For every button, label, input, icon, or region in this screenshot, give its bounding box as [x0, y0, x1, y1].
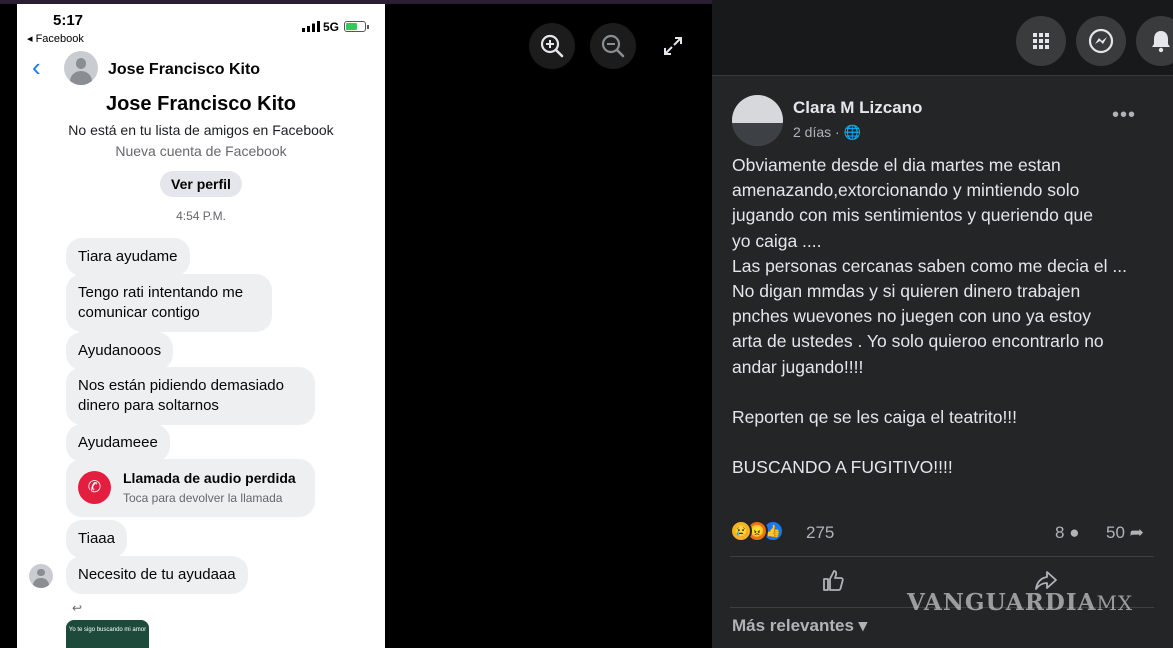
signal-icon [302, 21, 320, 32]
comment-sort-dropdown[interactable]: Más relevantes ▾ [732, 616, 867, 636]
watermark-suffix: MX [1096, 591, 1134, 615]
chevron-down-icon: ▾ [858, 616, 868, 635]
message-bubble: Necesito de tu ayudaaa [66, 556, 248, 594]
missed-call-subtitle: Toca para devolver la llamada [123, 491, 283, 505]
watermark: VANGUARDIAMX [907, 589, 1133, 616]
post-author[interactable]: Clara M Lizcano [793, 98, 922, 118]
message-bubble: Tiara ayudame [66, 238, 190, 276]
post-line: jugando con mis sentimientos y queriendo… [732, 205, 1093, 226]
post-line: andar jugando!!!! [732, 356, 864, 377]
message-bubble: Tiaaa [66, 520, 127, 558]
post-line [732, 380, 1162, 405]
post-line: BUSCANDO A FUGITIVO!!!! [732, 457, 953, 478]
contact-avatar[interactable] [64, 51, 98, 85]
post-line: Obviamente desde el dia martes me estan [732, 155, 1061, 175]
missed-call-icon: ✆ [78, 471, 111, 504]
post-line: Las personas cercanas saben como me deci… [732, 255, 1127, 276]
missed-call-title: Llamada de audio perdida [123, 470, 296, 486]
sender-avatar [29, 564, 53, 588]
status-time: 5:17 [53, 12, 84, 29]
message-bubble: Ayudameee [66, 424, 170, 462]
status-bar: 5:17 ◂ Facebook 5G [17, 4, 385, 48]
sort-label: Más relevantes [732, 616, 854, 635]
message-bubble: Nos están pidiendo demasiado dinero para… [66, 367, 315, 425]
contact-name[interactable]: Jose Francisco Kito [108, 61, 260, 79]
reaction-count[interactable]: 275 [806, 523, 834, 543]
phone-screenshot: 5:17 ◂ Facebook 5G ‹ Jose Francisco Kito… [17, 4, 385, 648]
sad-reaction-icon[interactable]: 😢 [730, 520, 752, 542]
battery-icon [344, 21, 369, 32]
comment-count[interactable]: 8 ● [1055, 523, 1079, 543]
post-line: No digan mmdas y si quieren dinero traba… [732, 281, 1081, 302]
messenger-icon[interactable] [1076, 16, 1126, 66]
story-reply-thumbnail[interactable]: Yo te sigo buscando mi amor [66, 620, 149, 648]
chat-header: ‹ Jose Francisco Kito [17, 50, 385, 90]
bell-icon[interactable] [1136, 16, 1173, 66]
network-type: 5G [323, 20, 340, 34]
zoom-out-icon[interactable] [590, 23, 636, 69]
post-line: amenazando,extorcionando y mintiendo sol… [732, 180, 1080, 201]
comment-count-value: 8 [1055, 523, 1065, 542]
panel-toolbar [712, 0, 1173, 76]
message-bubble: Tengo rati intentando me comunicar conti… [66, 274, 272, 332]
comment-icon: ● [1069, 523, 1080, 542]
share-count[interactable]: 50 ➦ [1106, 523, 1144, 543]
post-body: Obviamente desde el dia martes me estan … [732, 153, 1162, 481]
author-avatar[interactable] [732, 95, 783, 146]
new-account-notice: Nueva cuenta de Facebook [115, 143, 287, 159]
share-count-value: 50 [1106, 523, 1125, 542]
apps-grid-icon[interactable] [1016, 16, 1066, 66]
reply-icon: ↩ [72, 601, 83, 615]
message-bubble: Ayudanooos [66, 332, 174, 370]
missed-call-card[interactable]: ✆ Llamada de audio perdida Toca para dev… [66, 459, 315, 517]
post-line: pnches wuevones no juegen con uno ya est… [732, 306, 1092, 327]
post-line: yo caiga .... [732, 230, 822, 251]
share-icon: ➦ [1129, 523, 1144, 542]
watermark-brand: VANGUARDIA [907, 589, 1097, 616]
post-line: arta de ustedes . Yo solo quieroo encont… [732, 331, 1104, 352]
post-line [732, 430, 1162, 455]
expand-icon[interactable] [662, 35, 684, 57]
post-line: Reporten qe se les caiga el teatrito!!! [732, 407, 1018, 428]
reactions-bar: 😢 😠 👍 275 8 ● 50 ➦ [730, 520, 1160, 546]
divider [730, 556, 1154, 557]
like-button-icon[interactable] [820, 568, 846, 601]
zoom-in-icon[interactable] [529, 23, 575, 69]
more-options-icon[interactable]: ••• [1112, 104, 1136, 127]
back-to-app-link[interactable]: ◂ Facebook [27, 32, 84, 45]
not-friend-notice: No está en tu lista de amigos en Faceboo… [68, 122, 334, 138]
view-profile-button[interactable]: Ver perfil [160, 171, 242, 197]
profile-name: Jose Francisco Kito [105, 93, 297, 115]
back-chevron-icon[interactable]: ‹ [32, 54, 41, 80]
post-panel: Clara M Lizcano 2 días · 🌐 ••• Obviament… [712, 0, 1173, 648]
message-timestamp: 4:54 P.M. [176, 209, 226, 223]
post-meta[interactable]: 2 días · 🌐 [793, 124, 861, 141]
